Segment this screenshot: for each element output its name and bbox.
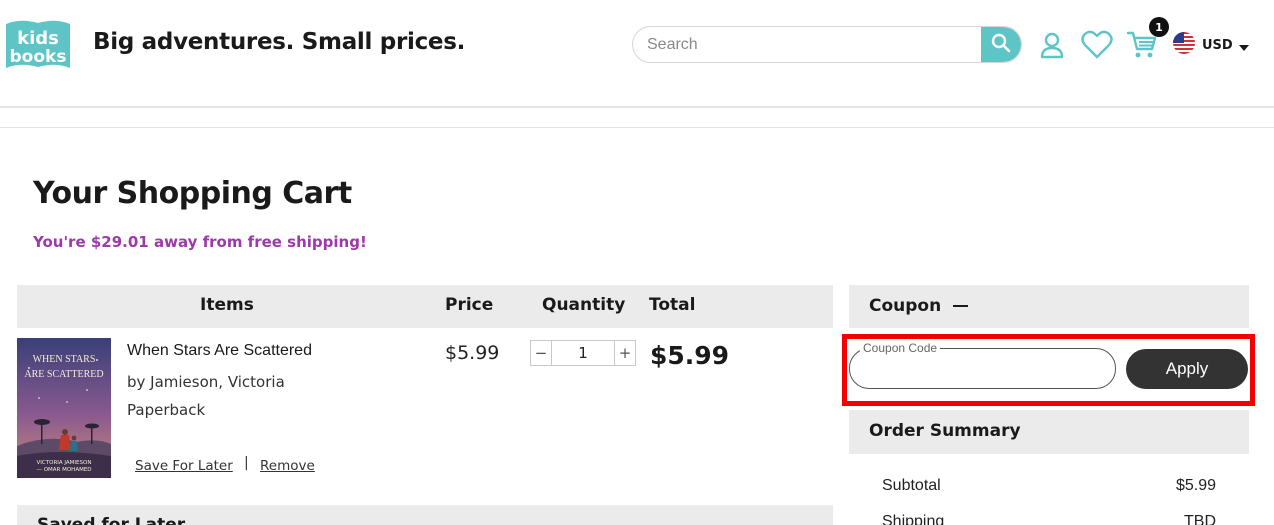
collapse-minus-icon[interactable] xyxy=(953,305,968,307)
svg-text:VICTORIA JAMIESON: VICTORIA JAMIESON xyxy=(37,460,92,466)
free-shipping-message: You're $29.01 away from free shipping! xyxy=(33,233,367,251)
search-bar xyxy=(632,26,1022,63)
svg-text:kids: kids xyxy=(17,28,59,49)
svg-text:— OMAR MOHAMED: — OMAR MOHAMED xyxy=(36,467,91,473)
cart-table-header: Items Price Quantity Total xyxy=(17,285,833,328)
search-input[interactable] xyxy=(633,27,983,62)
order-summary-header: Order Summary xyxy=(849,410,1249,454)
search-icon xyxy=(991,33,1011,57)
shipping-label: Shipping xyxy=(882,513,945,525)
link-separator: | xyxy=(244,455,249,471)
coupon-heading: Coupon xyxy=(869,296,942,316)
chevron-down-icon xyxy=(1238,36,1249,55)
column-header-quantity: Quantity xyxy=(542,295,626,315)
quantity-decrease-button[interactable]: − xyxy=(531,341,552,365)
cart-item-author: by Jamieson, Victoria xyxy=(127,373,285,391)
column-header-price: Price xyxy=(445,295,494,315)
cart-item-format: Paperback xyxy=(127,401,206,419)
currency-selector[interactable]: USD xyxy=(1172,32,1249,58)
cart-item-title[interactable]: When Stars Are Scattered xyxy=(127,342,312,360)
search-button[interactable] xyxy=(981,27,1021,62)
column-header-items: Items xyxy=(200,295,254,315)
account-icon[interactable] xyxy=(1035,28,1069,62)
quantity-stepper: − + xyxy=(530,340,636,366)
save-for-later-link[interactable]: Save For Later xyxy=(135,458,233,474)
coupon-code-input[interactable] xyxy=(862,357,1102,383)
order-summary-heading: Order Summary xyxy=(869,421,1021,441)
kidsbooks-logo[interactable]: kids books xyxy=(2,18,74,74)
us-flag-icon xyxy=(1172,31,1196,59)
quantity-input[interactable] xyxy=(552,341,614,365)
shipping-value: TBD xyxy=(1184,513,1216,525)
coupon-code-label: Coupon Code xyxy=(860,341,941,355)
subtotal-value: $5.99 xyxy=(1175,477,1216,494)
cart-item-price: $5.99 xyxy=(445,342,500,364)
column-header-total: Total xyxy=(649,295,696,315)
page-title: Your Shopping Cart xyxy=(33,176,352,211)
currency-label: USD xyxy=(1202,37,1233,53)
svg-text:books: books xyxy=(10,47,67,67)
cart-count-badge: 1 xyxy=(1149,17,1169,37)
saved-for-later-heading: Saved for Later xyxy=(37,515,186,525)
subtotal-label: Subtotal xyxy=(882,477,941,494)
coupon-section-header: Coupon xyxy=(849,285,1249,328)
book-cover-image[interactable]: WHEN STARS ARE SCATTERED VICTORIA JAMIES… xyxy=(17,338,111,478)
svg-text:ARE SCATTERED: ARE SCATTERED xyxy=(24,369,103,380)
cart-item-total: $5.99 xyxy=(650,341,730,370)
site-tagline: Big adventures. Small prices. xyxy=(93,29,466,55)
quantity-increase-button[interactable]: + xyxy=(614,341,635,365)
svg-text:WHEN STARS: WHEN STARS xyxy=(33,354,96,365)
remove-item-link[interactable]: Remove xyxy=(260,458,315,474)
saved-for-later-header: Saved for Later xyxy=(17,505,833,525)
wishlist-heart-icon[interactable] xyxy=(1080,28,1114,62)
apply-coupon-button[interactable]: Apply xyxy=(1126,349,1248,389)
site-header: kids books Big adventures. Small prices.… xyxy=(0,0,1274,108)
header-sub-strip xyxy=(0,108,1274,128)
